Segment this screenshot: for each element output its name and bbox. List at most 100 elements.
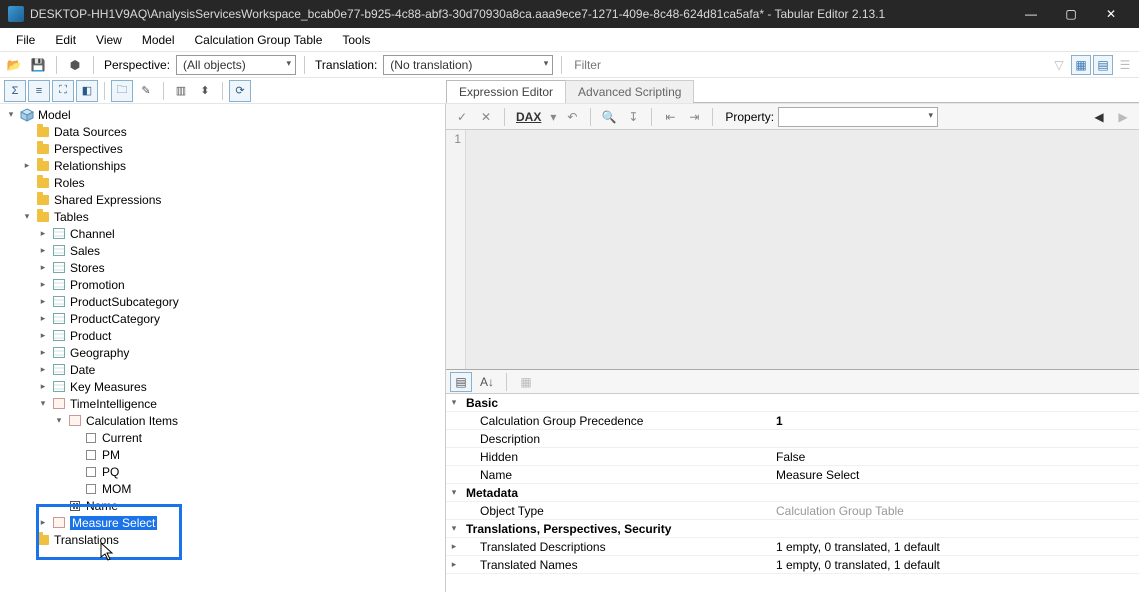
tree-table-productcategory[interactable]: ▸ProductCategory	[36, 310, 445, 327]
tree-table-date[interactable]: ▸Date	[36, 361, 445, 378]
prop-object-type[interactable]: ▸Object TypeCalculation Group Table	[446, 502, 1139, 520]
chevron-down-icon[interactable]: ▾	[22, 211, 32, 222]
chevron-right-icon[interactable]: ▸	[22, 160, 32, 171]
prop-translated-names[interactable]: ▸Translated Names1 empty, 0 translated, …	[446, 556, 1139, 574]
filter-input[interactable]	[570, 56, 1045, 74]
tree-table-promotion[interactable]: ▸Promotion	[36, 276, 445, 293]
cancel-icon[interactable]: ✕	[476, 107, 496, 127]
tree-root-model[interactable]: ▾ Model	[4, 106, 445, 123]
property-grid[interactable]: ▾Basic ▸Calculation Group Precedence1 ▸D…	[446, 394, 1139, 592]
chevron-right-icon[interactable]: ▸	[38, 313, 48, 324]
indent-icon[interactable]: ⇤	[660, 107, 680, 127]
tree-table-stores[interactable]: ▸Stores	[36, 259, 445, 276]
tree-tables[interactable]: ▾Tables	[20, 208, 445, 225]
tree-shared-expressions[interactable]: ▸Shared Expressions	[20, 191, 445, 208]
view-mode-a-icon[interactable]: ▦	[1071, 55, 1091, 75]
tree-table-measure-select[interactable]: ▸Measure Select	[36, 514, 445, 531]
folder-toggle-icon[interactable]: 🗀	[111, 80, 133, 102]
prop-category-basic[interactable]: ▾Basic	[446, 394, 1139, 412]
open-icon[interactable]: 📂	[4, 55, 24, 75]
chevron-right-icon[interactable]: ▸	[38, 245, 48, 256]
tree-table-channel[interactable]: ▸Channel	[36, 225, 445, 242]
translation-dropdown[interactable]: (No translation)	[383, 55, 553, 75]
chevron-right-icon[interactable]: ▸	[38, 381, 48, 392]
chevron-right-icon[interactable]: ▸	[38, 262, 48, 273]
tree-calc-items[interactable]: ▾Calculation Items	[52, 412, 445, 429]
refresh-icon[interactable]: ⟳	[229, 80, 251, 102]
view-mode-b-icon[interactable]: ▤	[1093, 55, 1113, 75]
prop-alphabetical-icon[interactable]: A↓	[476, 372, 498, 392]
goto-icon[interactable]: ↧	[623, 107, 643, 127]
tree-table-product[interactable]: ▸Product	[36, 327, 445, 344]
dropdown-icon[interactable]: ▾	[548, 107, 558, 127]
prop-hidden[interactable]: ▸HiddenFalse	[446, 448, 1139, 466]
sigma-icon[interactable]: Σ	[4, 80, 26, 102]
maximize-button[interactable]: ▢	[1051, 0, 1091, 28]
chevron-right-icon[interactable]: ▸	[38, 364, 48, 375]
chevron-down-icon[interactable]: ▾	[38, 398, 48, 409]
tree-table-key-measures[interactable]: ▸Key Measures	[36, 378, 445, 395]
hierarchy-icon[interactable]: ⛶	[52, 80, 74, 102]
tree-relationships[interactable]: ▸Relationships	[20, 157, 445, 174]
minimize-button[interactable]: —	[1011, 0, 1051, 28]
tree-data-sources[interactable]: ▸Data Sources	[20, 123, 445, 140]
deploy-icon[interactable]: ⬢	[65, 55, 85, 75]
prop-category-metadata[interactable]: ▾Metadata	[446, 484, 1139, 502]
chevron-down-icon[interactable]: ▾	[446, 397, 462, 408]
chevron-down-icon[interactable]: ▾	[6, 109, 16, 120]
sort-icon[interactable]: ⬍	[194, 80, 216, 102]
tab-advanced-scripting[interactable]: Advanced Scripting	[565, 80, 694, 103]
prop-category-translations[interactable]: ▾Translations, Perspectives, Security	[446, 520, 1139, 538]
tab-expression-editor[interactable]: Expression Editor	[446, 80, 566, 103]
tree-perspectives[interactable]: ▸Perspectives	[20, 140, 445, 157]
menu-edit[interactable]: Edit	[45, 28, 86, 51]
dax-label[interactable]: DAX	[513, 107, 544, 127]
edit-icon[interactable]: ✎	[135, 80, 157, 102]
find-icon[interactable]: 🔍	[599, 107, 619, 127]
outdent-icon[interactable]: ⇥	[684, 107, 704, 127]
expression-editor-area[interactable]: 1	[446, 130, 1139, 370]
tree-table-geography[interactable]: ▸Geography	[36, 344, 445, 361]
menu-file[interactable]: File	[6, 28, 45, 51]
chevron-down-icon[interactable]: ▾	[446, 523, 462, 534]
nav-back-icon[interactable]: ◀	[1089, 107, 1109, 127]
menu-tools[interactable]: Tools	[332, 28, 380, 51]
prop-calc-group-precedence[interactable]: ▸Calculation Group Precedence1	[446, 412, 1139, 430]
view-mode-c-icon[interactable]: ☰	[1115, 55, 1135, 75]
chevron-right-icon[interactable]: ▸	[38, 228, 48, 239]
list-icon[interactable]: ≡	[28, 80, 50, 102]
prop-description[interactable]: ▸Description	[446, 430, 1139, 448]
tree-table-timeintelligence[interactable]: ▾TimeIntelligence	[36, 395, 445, 412]
editor-code[interactable]	[466, 130, 1139, 369]
property-dropdown[interactable]	[778, 107, 938, 127]
perspective-dropdown[interactable]: (All objects)	[176, 55, 296, 75]
tree-calcitem-pq[interactable]: ▸PQ	[68, 463, 445, 480]
prop-pages-icon[interactable]: ▦	[515, 372, 537, 392]
chevron-right-icon[interactable]: ▸	[38, 296, 48, 307]
prop-name[interactable]: ▸NameMeasure Select	[446, 466, 1139, 484]
chevron-right-icon[interactable]: ▸	[38, 279, 48, 290]
chevron-right-icon[interactable]: ▸	[38, 347, 48, 358]
menu-calc-group-table[interactable]: Calculation Group Table	[185, 28, 333, 51]
tree-table-sales[interactable]: ▸Sales	[36, 242, 445, 259]
chevron-right-icon[interactable]: ▸	[446, 559, 462, 570]
nav-forward-icon[interactable]: ▶	[1113, 107, 1133, 127]
prop-translated-descriptions[interactable]: ▸Translated Descriptions1 empty, 0 trans…	[446, 538, 1139, 556]
tree-calcitem-pm[interactable]: ▸PM	[68, 446, 445, 463]
tree-roles[interactable]: ▸Roles	[20, 174, 445, 191]
chevron-down-icon[interactable]: ▾	[54, 415, 64, 426]
tree-calcitem-current[interactable]: ▸Current	[68, 429, 445, 446]
cube-toggle-icon[interactable]: ◧	[76, 80, 98, 102]
menu-model[interactable]: Model	[132, 28, 185, 51]
chevron-down-icon[interactable]: ▾	[446, 487, 462, 498]
menu-view[interactable]: View	[86, 28, 132, 51]
chevron-right-icon[interactable]: ▸	[38, 330, 48, 341]
accept-icon[interactable]: ✓	[452, 107, 472, 127]
columns-icon[interactable]: ▥	[170, 80, 192, 102]
tree-translations[interactable]: ▸Translations	[20, 531, 445, 548]
prop-categorized-icon[interactable]: ▤	[450, 372, 472, 392]
undo-icon[interactable]: ↶	[562, 107, 582, 127]
save-icon[interactable]: 💾	[28, 55, 48, 75]
tree-column-name[interactable]: ▸Name	[52, 497, 445, 514]
chevron-right-icon[interactable]: ▸	[446, 541, 462, 552]
